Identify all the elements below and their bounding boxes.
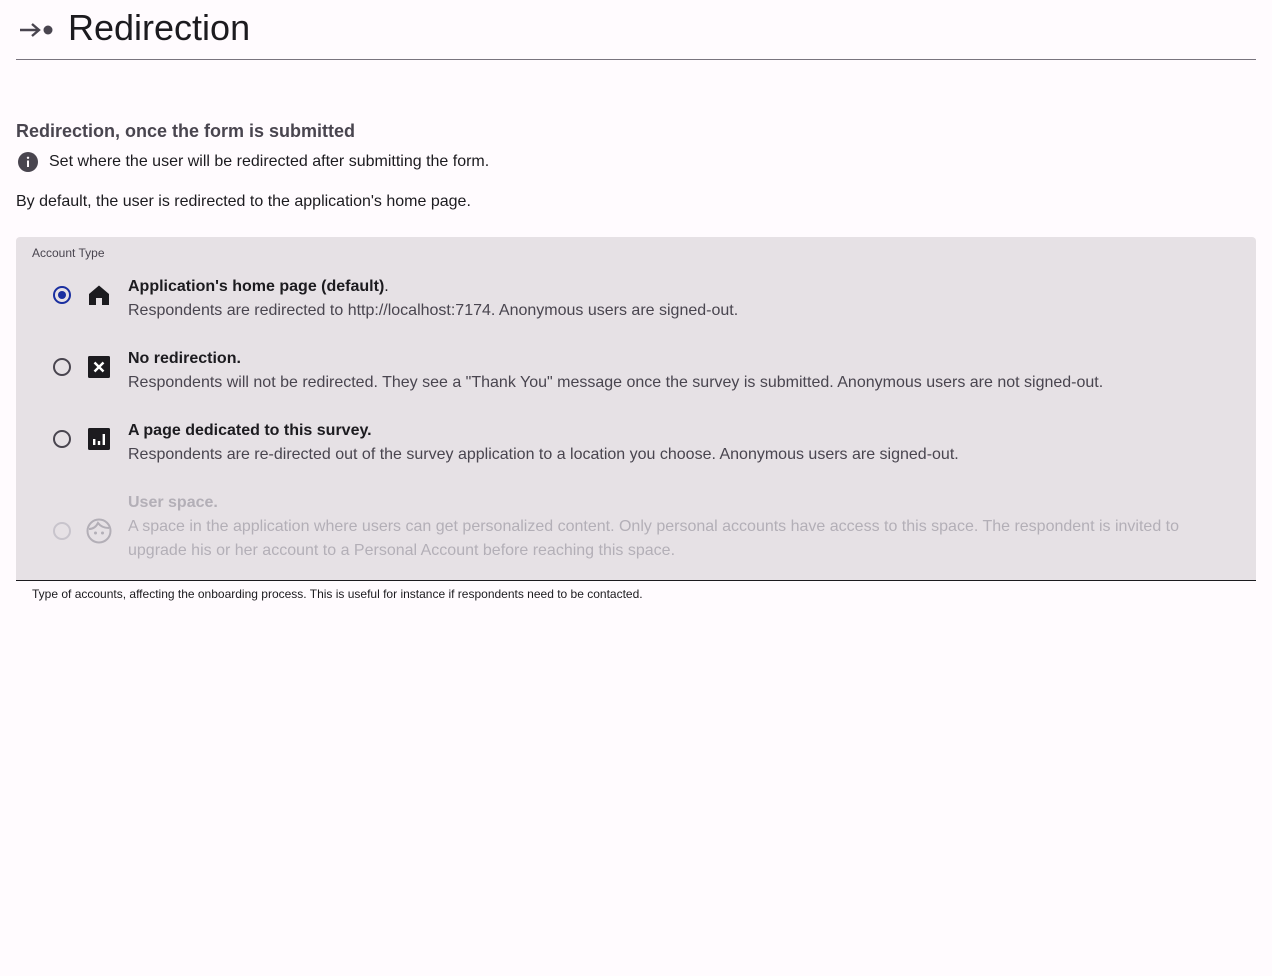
arrow-right-dot-icon [18, 20, 56, 40]
option-description: Respondents are re-directed out of the s… [128, 446, 959, 463]
option-title-suffix: . [384, 278, 389, 295]
option-title-text: Application's home page (default) [128, 278, 385, 295]
info-text: Set where the user will be redirected af… [49, 153, 490, 170]
radio-button-home-page[interactable] [42, 275, 82, 315]
option-description: Respondents will not be redirected. They… [128, 374, 1104, 391]
info-icon [17, 151, 39, 173]
radio-group-helper-text: Type of accounts, affecting the onboardi… [32, 587, 643, 601]
chart-box-icon [86, 426, 112, 452]
option-title: Application's home page (default). [128, 275, 1196, 299]
home-icon [86, 282, 112, 308]
radio-group-label: Account Type [32, 246, 105, 260]
option-no-redirection[interactable]: No redirection. Respondents will not be … [16, 347, 1256, 395]
radio-button-no-redirection[interactable] [42, 347, 82, 387]
close-box-icon [86, 354, 112, 380]
option-title: A page dedicated to this survey. [128, 422, 372, 439]
redirection-radio-group: Account Type Application's home page (de… [16, 237, 1256, 581]
info-row: Set where the user will be redirected af… [16, 150, 1256, 174]
option-dedicated-page[interactable]: A page dedicated to this survey. Respond… [16, 419, 1256, 467]
page: Redirection Redirection, once the form i… [0, 0, 1272, 601]
radio-unchecked-indicator [53, 430, 71, 448]
option-description: Respondents are redirected to http://loc… [128, 302, 739, 319]
option-text: No redirection. Respondents will not be … [128, 347, 1256, 395]
radio-button-user-space [42, 511, 82, 551]
page-title: Redirection [68, 6, 251, 48]
radio-button-dedicated-page[interactable] [42, 419, 82, 459]
radio-disabled-indicator [53, 522, 71, 540]
section-title: Redirection, once the form is submitted [16, 121, 356, 141]
option-title: User space. [128, 494, 218, 511]
option-home-page[interactable]: Application's home page (default). Respo… [16, 275, 1256, 323]
option-text: Application's home page (default). Respo… [128, 275, 1256, 323]
radio-unchecked-indicator [53, 358, 71, 376]
face-icon [86, 518, 112, 544]
default-redirection-text: By default, the user is redirected to th… [16, 193, 471, 210]
page-header: Redirection [16, 0, 1256, 60]
option-description: A space in the application where users c… [128, 518, 1179, 559]
option-title: No redirection. [128, 350, 241, 367]
option-user-space: User space. A space in the application w… [16, 491, 1256, 563]
option-text: User space. A space in the application w… [128, 491, 1256, 563]
option-text: A page dedicated to this survey. Respond… [128, 419, 1256, 467]
radio-checked-indicator [53, 286, 71, 304]
